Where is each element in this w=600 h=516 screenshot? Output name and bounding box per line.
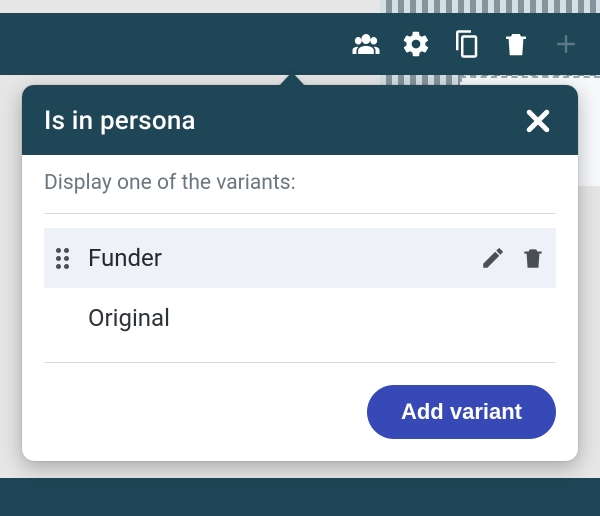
row-actions <box>480 245 546 271</box>
variant-name: Funder <box>88 244 480 272</box>
app-stage: Is in persona Display one of the variant… <box>0 0 600 516</box>
popover-footer: Add variant <box>44 362 556 439</box>
copy-icon[interactable] <box>450 28 482 60</box>
trash-icon[interactable] <box>520 245 546 271</box>
popover-title: Is in persona <box>44 106 196 136</box>
variant-row[interactable]: Original <box>44 288 556 348</box>
gear-icon[interactable] <box>400 28 432 60</box>
plus-icon <box>550 28 582 60</box>
add-variant-button[interactable]: Add variant <box>367 385 556 439</box>
pencil-icon[interactable] <box>480 245 506 271</box>
drag-handle-icon[interactable] <box>56 248 70 269</box>
background-bottom-bar <box>0 478 600 516</box>
popover-body: Display one of the variants: Funder <box>22 155 578 461</box>
popover-header: Is in persona <box>22 85 578 155</box>
popover-pointer <box>279 72 305 86</box>
people-icon[interactable] <box>350 28 382 60</box>
variants-list: Funder Original <box>44 228 556 348</box>
component-toolbar <box>0 13 600 75</box>
instruction-text: Display one of the variants: <box>44 171 556 195</box>
trash-icon[interactable] <box>500 28 532 60</box>
persona-popover: Is in persona Display one of the variant… <box>22 85 578 461</box>
divider <box>44 213 556 214</box>
variant-row[interactable]: Funder <box>44 228 556 288</box>
close-icon[interactable] <box>520 103 556 139</box>
variant-name: Original <box>88 304 546 332</box>
